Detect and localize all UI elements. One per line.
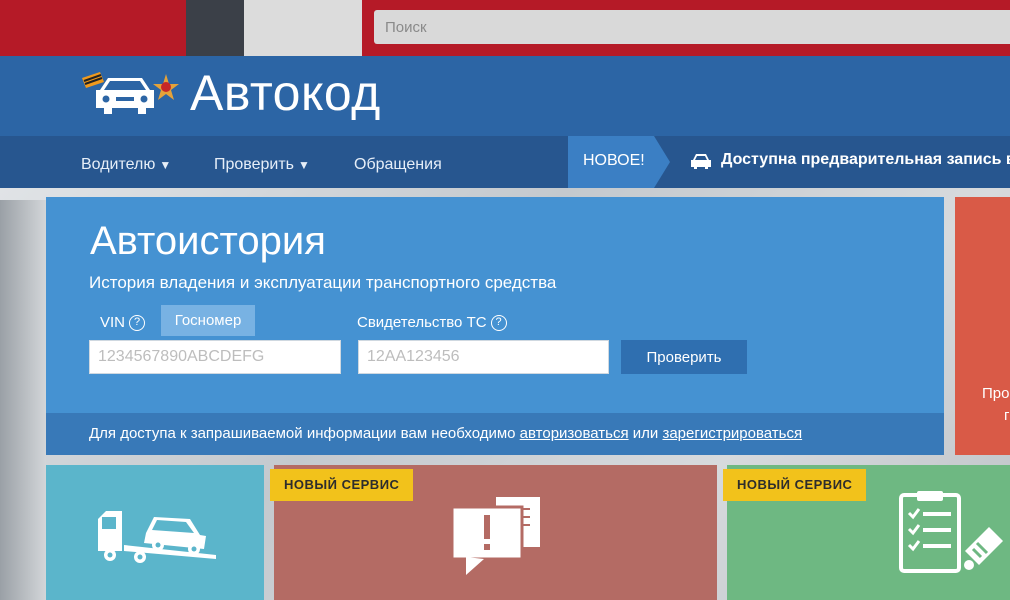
register-link[interactable]: зарегистрироваться — [662, 425, 802, 442]
auth-notice-or: или — [632, 425, 659, 442]
card-title: Автоистория — [90, 219, 326, 263]
side-card-text: Про — [982, 385, 1010, 402]
auth-notice: Для доступа к запрашиваемой информации в… — [89, 425, 802, 442]
news-badge-label: НОВОЕ! — [583, 152, 645, 169]
site-logo-text[interactable]: Автокод — [190, 64, 381, 122]
auth-notice-text: Для доступа к запрашиваемой информации в… — [89, 425, 516, 442]
alert-message-icon — [450, 497, 540, 575]
nav-item-label: Водителю — [81, 156, 156, 173]
top-strip — [0, 0, 1010, 56]
tow-truck-icon — [98, 511, 216, 563]
caret-down-icon: ▼ — [159, 158, 172, 172]
news-ticker-text[interactable]: Доступна предварительная запись в П — [721, 151, 1010, 169]
gosnomer-tab[interactable]: Госномер — [161, 305, 255, 336]
top-strip-segment-red[interactable] — [0, 0, 186, 56]
sts-label: Свидетельство ТС — [357, 314, 487, 331]
help-icon[interactable]: ? — [490, 315, 507, 332]
background-pillar — [0, 200, 46, 600]
sts-label-row: Свидетельство ТС? — [357, 314, 507, 332]
search-box — [374, 10, 1010, 44]
new-service-badge: НОВЫЙ СЕРВИС — [723, 469, 867, 501]
nav-item-check[interactable]: Проверить ▼ — [214, 156, 310, 174]
login-link[interactable]: авторизоваться — [520, 425, 629, 442]
vin-tab[interactable]: VIN? — [100, 314, 146, 332]
checklist-icon — [899, 491, 1003, 573]
caret-down-icon: ▼ — [298, 158, 310, 172]
new-service-badge: НОВЫЙ СЕРВИС — [270, 469, 414, 501]
top-strip-segment-light[interactable] — [244, 0, 362, 56]
help-icon[interactable]: ? — [129, 315, 146, 332]
service-tile-evacuation[interactable] — [46, 465, 264, 600]
nav-item-label: Обращения — [354, 156, 442, 173]
car-icon — [691, 154, 711, 169]
side-promo-card[interactable]: Про г — [955, 197, 1010, 455]
vin-label: VIN — [100, 314, 126, 331]
top-strip-segment-dark[interactable] — [186, 0, 244, 56]
nav-item-appeals[interactable]: Обращения — [354, 156, 442, 174]
card-footer: Для доступа к запрашиваемой информации в… — [46, 413, 944, 455]
card-subtitle: История владения и эксплуатации транспор… — [89, 273, 557, 292]
nav-item-driver[interactable]: Водителю ▼ — [81, 156, 171, 174]
search-input[interactable] — [374, 10, 1010, 44]
sts-input[interactable] — [358, 340, 609, 374]
car-logo-icon[interactable] — [80, 68, 180, 120]
news-badge-arrow — [654, 136, 670, 188]
check-button[interactable]: Проверить — [621, 340, 747, 374]
site-header: Автокод — [0, 56, 1010, 136]
side-card-text: г — [1004, 407, 1010, 424]
nav-item-label: Проверить — [214, 156, 295, 173]
autohistory-card: Автоистория История владения и эксплуата… — [46, 197, 944, 455]
vin-input[interactable] — [89, 340, 341, 374]
